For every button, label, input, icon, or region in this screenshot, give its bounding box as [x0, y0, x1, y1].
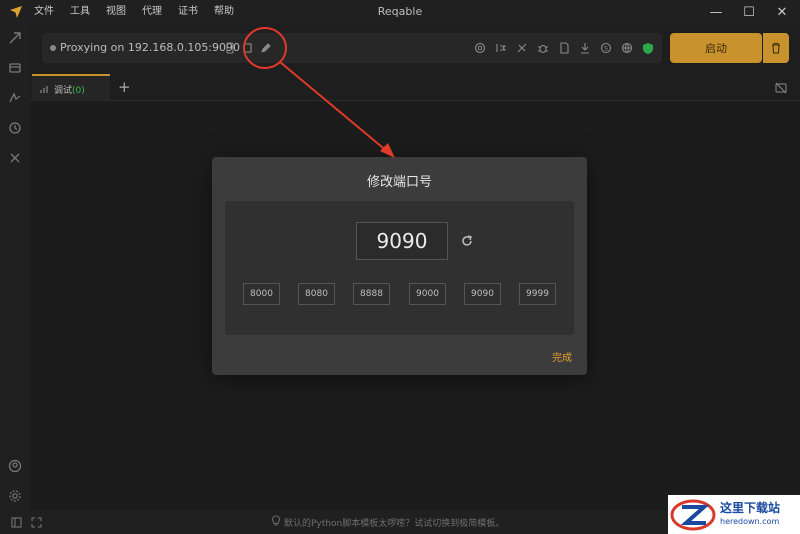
close-button[interactable]: ✕ [766, 0, 798, 24]
watermark-url: heredown.com [720, 517, 780, 526]
lightbulb-icon [271, 515, 281, 526]
tools-icon[interactable] [7, 150, 23, 166]
sidebar-toggle-icon[interactable] [11, 517, 22, 528]
box-icon[interactable] [7, 60, 23, 76]
menu-proxy[interactable]: 代理 [142, 5, 162, 18]
port-input[interactable]: 9090 [356, 222, 448, 260]
watermark-text: 这里下载站 [720, 501, 781, 515]
api-icon[interactable] [7, 90, 23, 106]
port-dialog: 修改端口号 9090 8000 8080 8888 9000 9090 9999… [212, 157, 587, 375]
proxy-status-dot [50, 45, 56, 51]
menu-bar: 文件 工具 视图 代理 证书 帮助 [34, 5, 250, 18]
site-watermark: 这里下载站 heredown.com [668, 495, 800, 534]
site-logo-icon [670, 499, 716, 531]
preset-port-button[interactable]: 8888 [353, 283, 390, 305]
history-icon[interactable] [7, 120, 23, 136]
preset-port-button[interactable]: 9090 [464, 283, 501, 305]
ssl-icon[interactable]: S [599, 41, 613, 55]
tab-bar: 调试(0) + [30, 74, 800, 101]
left-sidebar [0, 24, 30, 534]
signal-icon [40, 86, 48, 93]
proxy-bar: Proxying on 192.168.0.105:9090 S [42, 33, 662, 63]
menu-help[interactable]: 帮助 [214, 5, 234, 18]
edit-icon[interactable] [259, 41, 273, 55]
screen-off-icon[interactable] [775, 82, 787, 94]
proxy-status-text: Proxying on 192.168.0.105:9090 [60, 41, 241, 54]
account-icon[interactable] [7, 458, 23, 474]
menu-view[interactable]: 视图 [106, 5, 126, 18]
start-button[interactable]: 启动 [670, 33, 762, 63]
add-tab-button[interactable]: + [118, 78, 131, 96]
reqable-logo-icon [10, 6, 22, 18]
preset-port-button[interactable]: 8080 [298, 283, 335, 305]
document-icon[interactable] [557, 41, 571, 55]
capture-icon[interactable] [7, 30, 23, 46]
done-button[interactable]: 完成 [552, 349, 572, 364]
status-tip[interactable]: 默认的Python脚本模板太啰嗦？试试切换到极简模板。 [284, 516, 504, 529]
tab-debug-label: 调试(0) [54, 86, 85, 96]
at-icon[interactable] [473, 41, 487, 55]
script-bug-icon[interactable] [536, 41, 550, 55]
refresh-icon[interactable] [460, 234, 474, 248]
settings-icon[interactable] [7, 488, 23, 504]
preset-port-button[interactable]: 9999 [519, 283, 556, 305]
menu-certificate[interactable]: 证书 [178, 5, 198, 18]
copy-icon[interactable] [241, 41, 255, 55]
shield-icon[interactable] [641, 41, 655, 55]
dialog-title: 修改端口号 [366, 175, 432, 190]
minimize-button[interactable]: — [700, 0, 732, 24]
tab-debug-count: (0) [72, 86, 85, 96]
phone-icon[interactable] [223, 41, 237, 55]
fullscreen-icon[interactable] [31, 517, 42, 528]
svg-text:S: S [604, 46, 608, 53]
breakpoint-icon[interactable] [494, 41, 508, 55]
download-icon[interactable] [578, 41, 592, 55]
menu-file[interactable]: 文件 [34, 5, 54, 18]
delete-icon[interactable] [763, 33, 789, 63]
preset-port-button[interactable]: 9000 [409, 283, 446, 305]
rewrite-icon[interactable] [515, 41, 529, 55]
maximize-button[interactable]: ☐ [733, 0, 765, 24]
menu-tools[interactable]: 工具 [70, 5, 90, 18]
globe-icon[interactable] [620, 41, 634, 55]
preset-port-button[interactable]: 8000 [243, 283, 280, 305]
dialog-body: 9090 8000 8080 8888 9000 9090 9999 [225, 201, 574, 335]
tab-debug[interactable]: 调试(0) [32, 74, 110, 101]
title-bar: 文件 工具 视图 代理 证书 帮助 Reqable — ☐ ✕ [0, 0, 800, 24]
